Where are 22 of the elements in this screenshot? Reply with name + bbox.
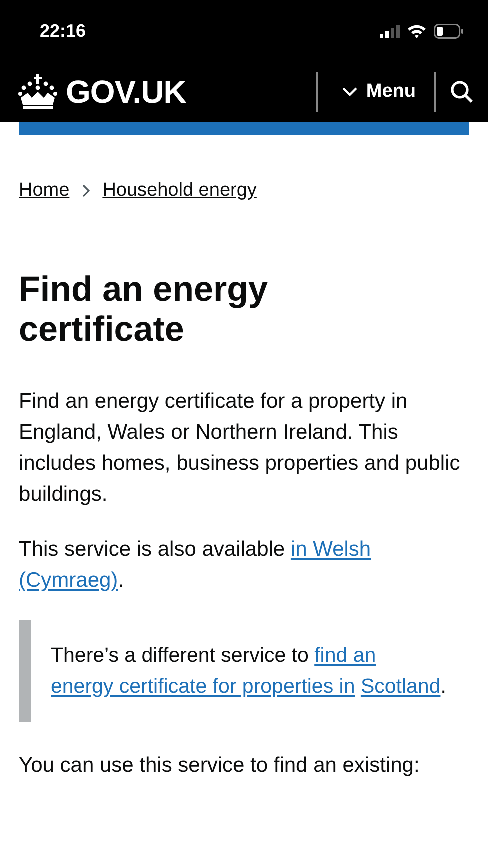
link[interactable]: find an (314, 644, 376, 667)
search-icon (450, 80, 474, 104)
breadcrumb-link[interactable]: Household energy (102, 180, 257, 202)
link[interactable]: (Cymraeg) (19, 569, 118, 592)
crown-icon (18, 74, 58, 110)
chevron-right-icon (82, 184, 91, 198)
paragraph: Find an energy certificate for a property in England, Wales or Northern Ireland. This includes homes, business properties and public buildings. (19, 389, 462, 508)
chevron-down-icon (342, 87, 358, 97)
link[interactable]: Scotland (360, 675, 441, 698)
battery-icon (434, 24, 464, 38)
inset-text: There’s a different service to find an energy certificate for properties in Scotland. (19, 620, 469, 722)
menu-button[interactable]: Menu (318, 72, 434, 112)
breadcrumb-link[interactable]: Home (19, 180, 70, 202)
status-time: 22:16 (40, 20, 86, 42)
paragraph: You can use this service to find an existing: (19, 753, 421, 779)
paragraph: This service is also available in Welsh (Cymraeg). (19, 537, 372, 594)
page-title: Find an energy certificate (19, 270, 269, 350)
logo-text[interactable]: GOV.UK (66, 74, 186, 110)
signal-icon (380, 24, 400, 38)
link[interactable]: in Welsh (290, 538, 372, 561)
wifi-icon (407, 24, 427, 38)
link[interactable]: energy certificate for properties in (51, 675, 356, 698)
